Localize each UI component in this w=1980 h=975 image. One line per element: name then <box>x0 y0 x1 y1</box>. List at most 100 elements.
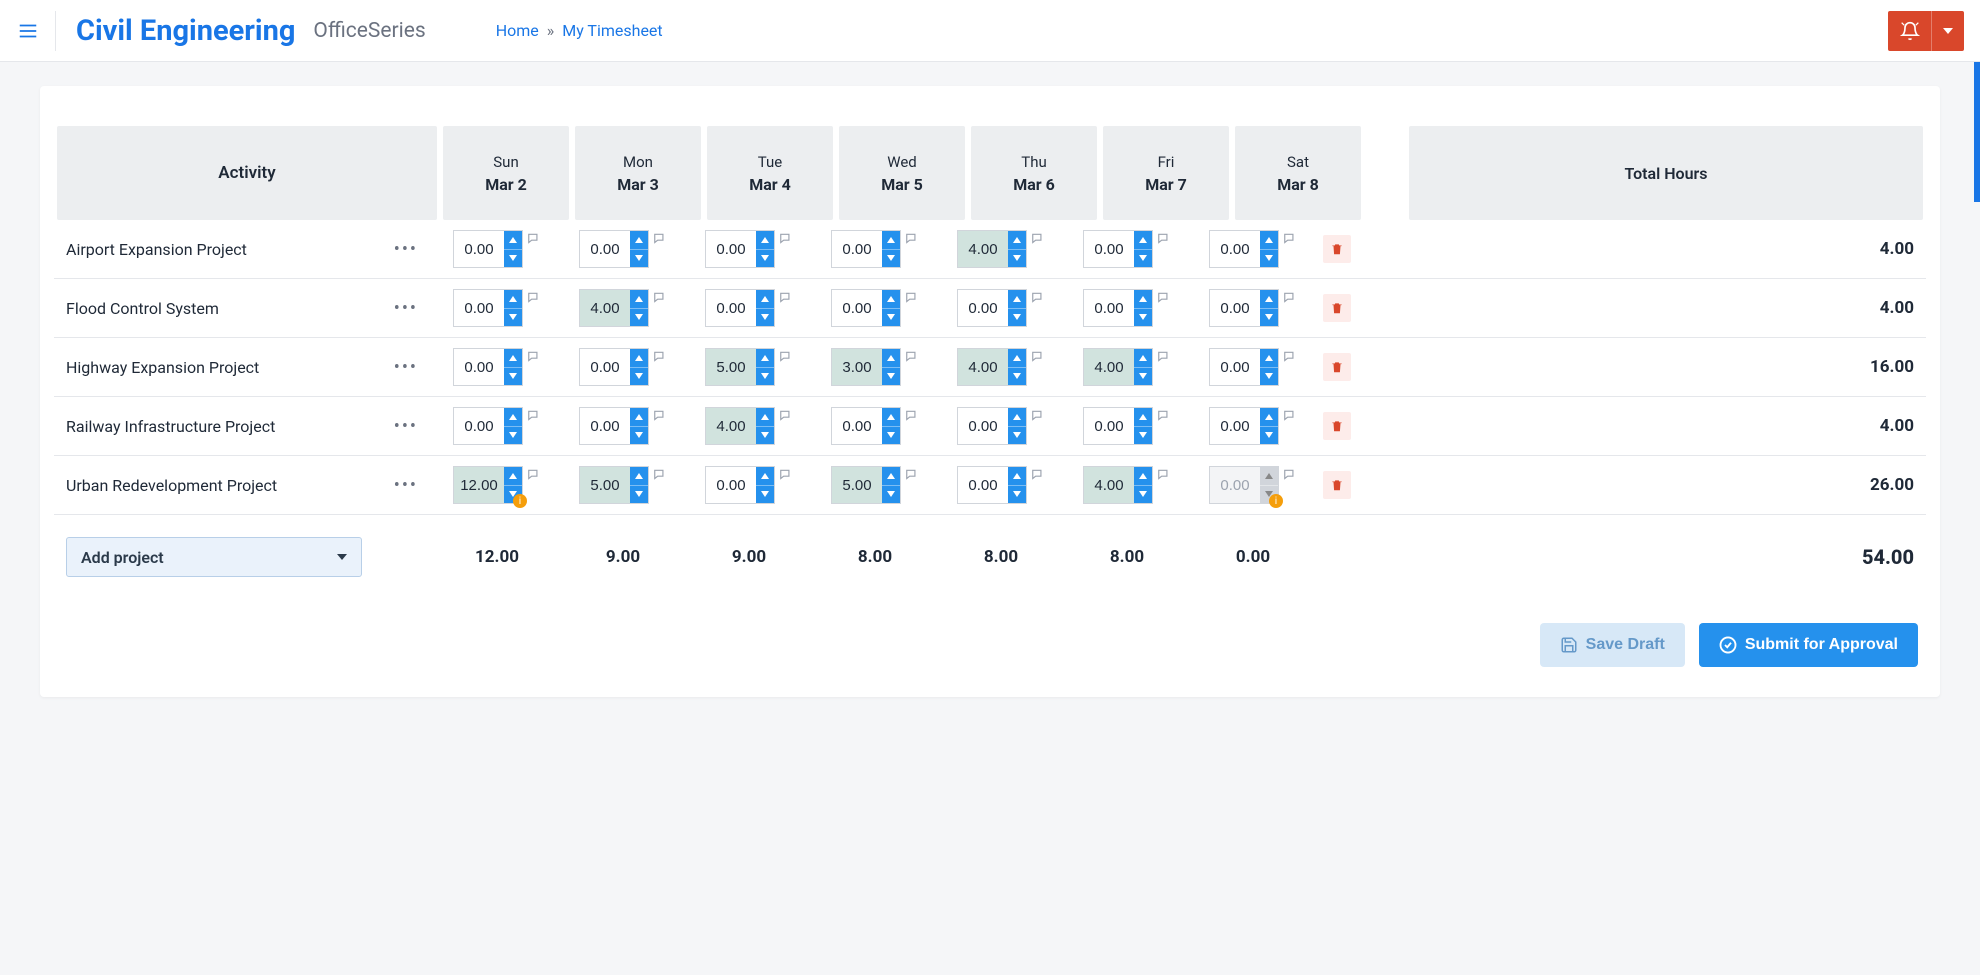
hours-input[interactable] <box>1084 408 1134 444</box>
spinner-up[interactable] <box>1260 231 1278 250</box>
hours-input[interactable] <box>454 231 504 267</box>
spinner-down[interactable] <box>1008 368 1026 386</box>
spinner-up[interactable] <box>630 290 648 309</box>
row-more-button[interactable]: ••• <box>390 235 422 264</box>
spinner-down[interactable] <box>882 427 900 445</box>
spinner-down[interactable] <box>504 309 522 327</box>
comment-icon[interactable] <box>1157 291 1171 305</box>
hours-input[interactable] <box>580 349 630 385</box>
spinner-up[interactable] <box>504 349 522 368</box>
comment-icon[interactable] <box>527 350 541 364</box>
spinner-up[interactable] <box>1008 467 1026 486</box>
delete-row-button[interactable] <box>1323 353 1351 381</box>
comment-icon[interactable] <box>779 232 793 246</box>
comment-icon[interactable] <box>1283 350 1297 364</box>
spinner-up[interactable] <box>504 231 522 250</box>
comment-icon[interactable] <box>1283 468 1297 482</box>
spinner-up[interactable] <box>756 467 774 486</box>
menu-toggle[interactable] <box>16 11 56 51</box>
notifications-button[interactable] <box>1888 11 1964 51</box>
spinner-up[interactable] <box>504 290 522 309</box>
spinner-up[interactable] <box>756 231 774 250</box>
comment-icon[interactable] <box>1031 409 1045 423</box>
spinner-up[interactable] <box>1134 408 1152 427</box>
hours-input[interactable] <box>580 290 630 326</box>
spinner-down[interactable] <box>882 309 900 327</box>
spinner-down[interactable] <box>1008 250 1026 268</box>
spinner-up[interactable] <box>1134 467 1152 486</box>
comment-icon[interactable] <box>905 232 919 246</box>
delete-row-button[interactable] <box>1323 412 1351 440</box>
spinner-down[interactable] <box>756 486 774 504</box>
spinner-up[interactable] <box>1008 290 1026 309</box>
spinner-down[interactable] <box>1134 250 1152 268</box>
spinner-up[interactable] <box>1134 349 1152 368</box>
spinner-down[interactable] <box>1134 368 1152 386</box>
hours-input[interactable] <box>958 349 1008 385</box>
spinner-down[interactable] <box>1260 427 1278 445</box>
row-more-button[interactable]: ••• <box>390 471 422 500</box>
row-more-button[interactable]: ••• <box>390 294 422 323</box>
hours-input[interactable] <box>1084 467 1134 503</box>
comment-icon[interactable] <box>527 468 541 482</box>
spinner-down[interactable] <box>630 486 648 504</box>
hours-input[interactable] <box>1084 231 1134 267</box>
comment-icon[interactable] <box>1283 232 1297 246</box>
comment-icon[interactable] <box>527 232 541 246</box>
spinner-down[interactable] <box>1134 309 1152 327</box>
spinner-down[interactable] <box>1008 486 1026 504</box>
comment-icon[interactable] <box>527 291 541 305</box>
spinner-down[interactable] <box>1008 427 1026 445</box>
comment-icon[interactable] <box>653 468 667 482</box>
comment-icon[interactable] <box>905 468 919 482</box>
notifications-dropdown[interactable] <box>1932 11 1964 51</box>
spinner-up[interactable] <box>504 467 522 486</box>
hours-input[interactable] <box>832 467 882 503</box>
comment-icon[interactable] <box>779 291 793 305</box>
spinner-up[interactable] <box>630 467 648 486</box>
comment-icon[interactable] <box>1031 291 1045 305</box>
spinner-up[interactable] <box>882 467 900 486</box>
spinner-down[interactable] <box>630 250 648 268</box>
spinner-down[interactable] <box>504 427 522 445</box>
comment-icon[interactable] <box>1283 409 1297 423</box>
comment-icon[interactable] <box>779 409 793 423</box>
spinner-up[interactable] <box>1008 349 1026 368</box>
hours-input[interactable] <box>1210 290 1260 326</box>
comment-icon[interactable] <box>1031 350 1045 364</box>
comment-icon[interactable] <box>1157 350 1171 364</box>
hours-input[interactable] <box>454 349 504 385</box>
scrollbar-indicator[interactable] <box>1974 62 1980 202</box>
spinner-down[interactable] <box>756 250 774 268</box>
row-more-button[interactable]: ••• <box>390 412 422 441</box>
info-badge[interactable]: i <box>1269 494 1283 508</box>
app-title[interactable]: Civil Engineering <box>76 14 295 48</box>
comment-icon[interactable] <box>905 350 919 364</box>
hours-input[interactable] <box>1210 408 1260 444</box>
hours-input[interactable] <box>580 467 630 503</box>
spinner-up[interactable] <box>630 231 648 250</box>
row-more-button[interactable]: ••• <box>390 353 422 382</box>
spinner-up[interactable] <box>882 408 900 427</box>
spinner-down[interactable] <box>1260 250 1278 268</box>
comment-icon[interactable] <box>653 409 667 423</box>
hours-input[interactable] <box>706 290 756 326</box>
delete-row-button[interactable] <box>1323 294 1351 322</box>
hours-input[interactable] <box>706 231 756 267</box>
comment-icon[interactable] <box>1283 291 1297 305</box>
hours-input[interactable] <box>706 349 756 385</box>
hours-input[interactable] <box>706 408 756 444</box>
spinner-down[interactable] <box>1260 368 1278 386</box>
hours-input[interactable] <box>1084 290 1134 326</box>
spinner-up[interactable] <box>1260 290 1278 309</box>
comment-icon[interactable] <box>527 409 541 423</box>
spinner-up[interactable] <box>1134 231 1152 250</box>
spinner-down[interactable] <box>630 368 648 386</box>
hours-input[interactable] <box>958 231 1008 267</box>
breadcrumb-home[interactable]: Home <box>496 21 539 40</box>
spinner-up[interactable] <box>882 290 900 309</box>
spinner-down[interactable] <box>1008 309 1026 327</box>
spinner-down[interactable] <box>1134 427 1152 445</box>
comment-icon[interactable] <box>653 350 667 364</box>
hours-input[interactable] <box>706 467 756 503</box>
